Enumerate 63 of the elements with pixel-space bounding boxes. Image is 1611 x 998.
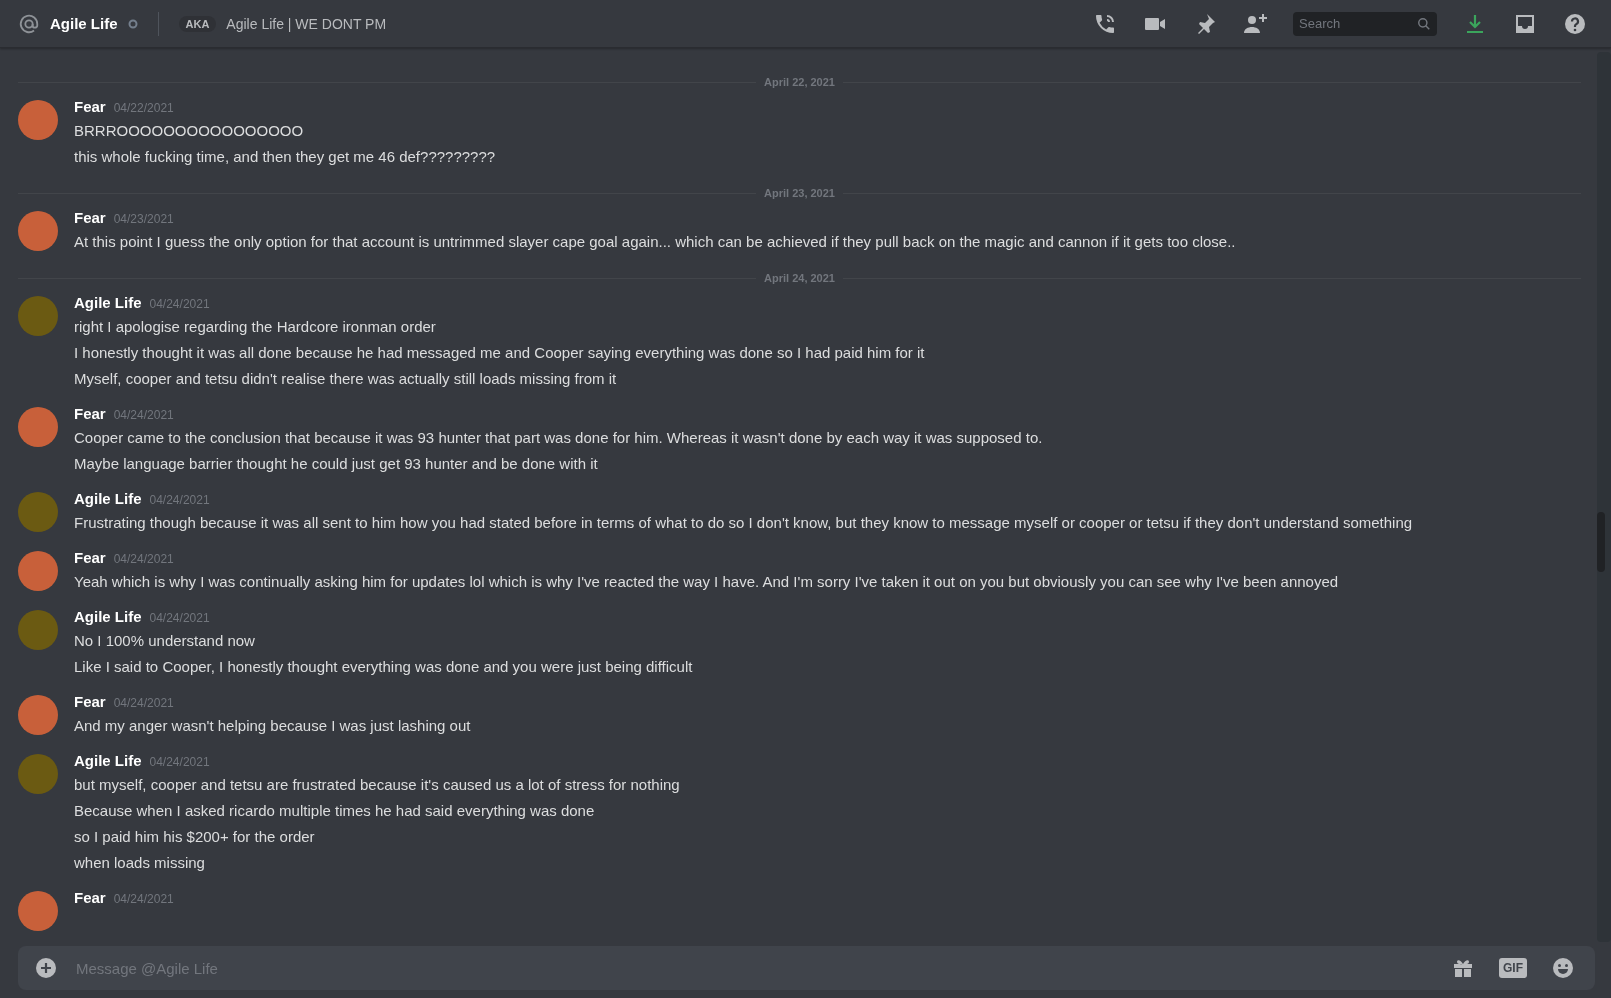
message-text: Like I said to Cooper, I honestly thought everything was done and you were just being difficult [74,657,693,677]
avatar[interactable] [18,211,58,251]
aka-badge: AKA [178,15,217,32]
message-text: No I 100% understand now [74,631,256,651]
message-timestamp: 04/22/2021 [113,101,174,115]
avatar[interactable] [18,891,58,931]
message-text: BRRROOOOOOOOOOOOOOOO [74,121,305,141]
search-icon [1417,16,1431,31]
message-text: Cooper came to the conclusion that because it was 93 hunter that part was done for him. Whereas it wasn't done by each way it was supposed to. [74,428,1043,448]
author-name[interactable]: Fear [74,889,106,906]
author-name[interactable]: Fear [74,693,106,710]
message-timestamp: 04/24/2021 [113,892,174,906]
message-text: Because when I asked ricardo multiple times he had said everything was done [74,801,596,821]
author-name[interactable]: Agile Life [74,608,142,625]
aka-names: Agile Life | WE DONT PM [226,15,387,32]
message-text: this whole fucking time, and then they get me 46 def????????? [74,147,496,167]
add-friend-icon[interactable] [1243,11,1267,36]
gif-button[interactable]: GIF [1499,958,1527,978]
message-text: but myself, cooper and tetsu are frustrated because it's caused us a lot of stress for nothing [74,775,680,795]
message-text: Maybe language barrier thought he could just get 93 hunter and be done with it [74,454,599,474]
message-text: Frustrating though because it was all sent to him how you had stated before in terms of what to do so I don't know, but they know to message myself or cooper or tetsu if they don't understand something [74,513,1413,533]
author-name[interactable]: Fear [74,549,106,566]
message-timestamp: 04/24/2021 [113,408,174,422]
message-timestamp: 04/24/2021 [149,493,210,507]
date-divider-label: April 24, 2021 [764,272,835,284]
avatar[interactable] [18,754,58,794]
author-name[interactable]: Agile Life [74,490,142,507]
avatar[interactable] [18,296,58,336]
message-text: so I paid him his $200+ for the order [74,827,316,847]
at-sign-icon [18,12,40,35]
message-timestamp: 04/24/2021 [113,552,174,566]
smiley-icon[interactable] [1551,956,1575,980]
message-text: Myself, cooper and tetsu didn't realise there was actually still loads missing from it [74,369,618,389]
author-name[interactable]: Agile Life [74,752,142,769]
date-divider-label: April 22, 2021 [764,76,835,88]
avatar[interactable] [18,695,58,735]
message-timestamp: 04/24/2021 [149,297,210,311]
message-timestamp: 04/24/2021 [113,696,174,710]
message-text: Yeah which is why I was continually asking him for updates lol which is why I've reacted the way I have. And I'm sorry I've taken it out on you but obviously you can see why I've been annoyed [74,572,1339,592]
message-text: when loads missing [74,853,206,873]
message-text: And my anger wasn't helping because I was just lashing out [74,716,471,736]
message-timestamp: 04/24/2021 [149,755,210,769]
author-name[interactable]: Agile Life [74,294,142,311]
avatar[interactable] [18,610,58,650]
author-name[interactable]: Fear [74,98,106,115]
add-attachment-icon[interactable] [34,956,58,980]
message-timestamp: 04/23/2021 [113,212,174,226]
status-icon [127,18,138,29]
scrollbar-thumb[interactable] [1597,512,1605,572]
avatar[interactable] [18,100,58,140]
message-timestamp: 04/24/2021 [149,611,210,625]
search-field[interactable]: Search [1293,11,1437,36]
date-divider-label: April 23, 2021 [764,187,835,199]
author-name[interactable]: Fear [74,405,106,422]
author-name[interactable]: Fear [74,209,106,226]
avatar[interactable] [18,551,58,591]
message-text: At this point I guess the only option for that account is untrimmed slayer cape goal again... which can be achieved if they pull back on the magic and cannon if it gets too close.. [74,232,1236,252]
avatar[interactable] [18,407,58,447]
avatar[interactable] [18,492,58,532]
help-icon[interactable] [1563,11,1587,36]
message-text: right I apologise regarding the Hardcore ironman order [74,317,437,337]
message-text: I honestly thought it was all done because he had messaged me and Cooper saying everything was done so I had paid him for it [74,343,925,363]
channel-title: Agile Life [50,15,118,32]
